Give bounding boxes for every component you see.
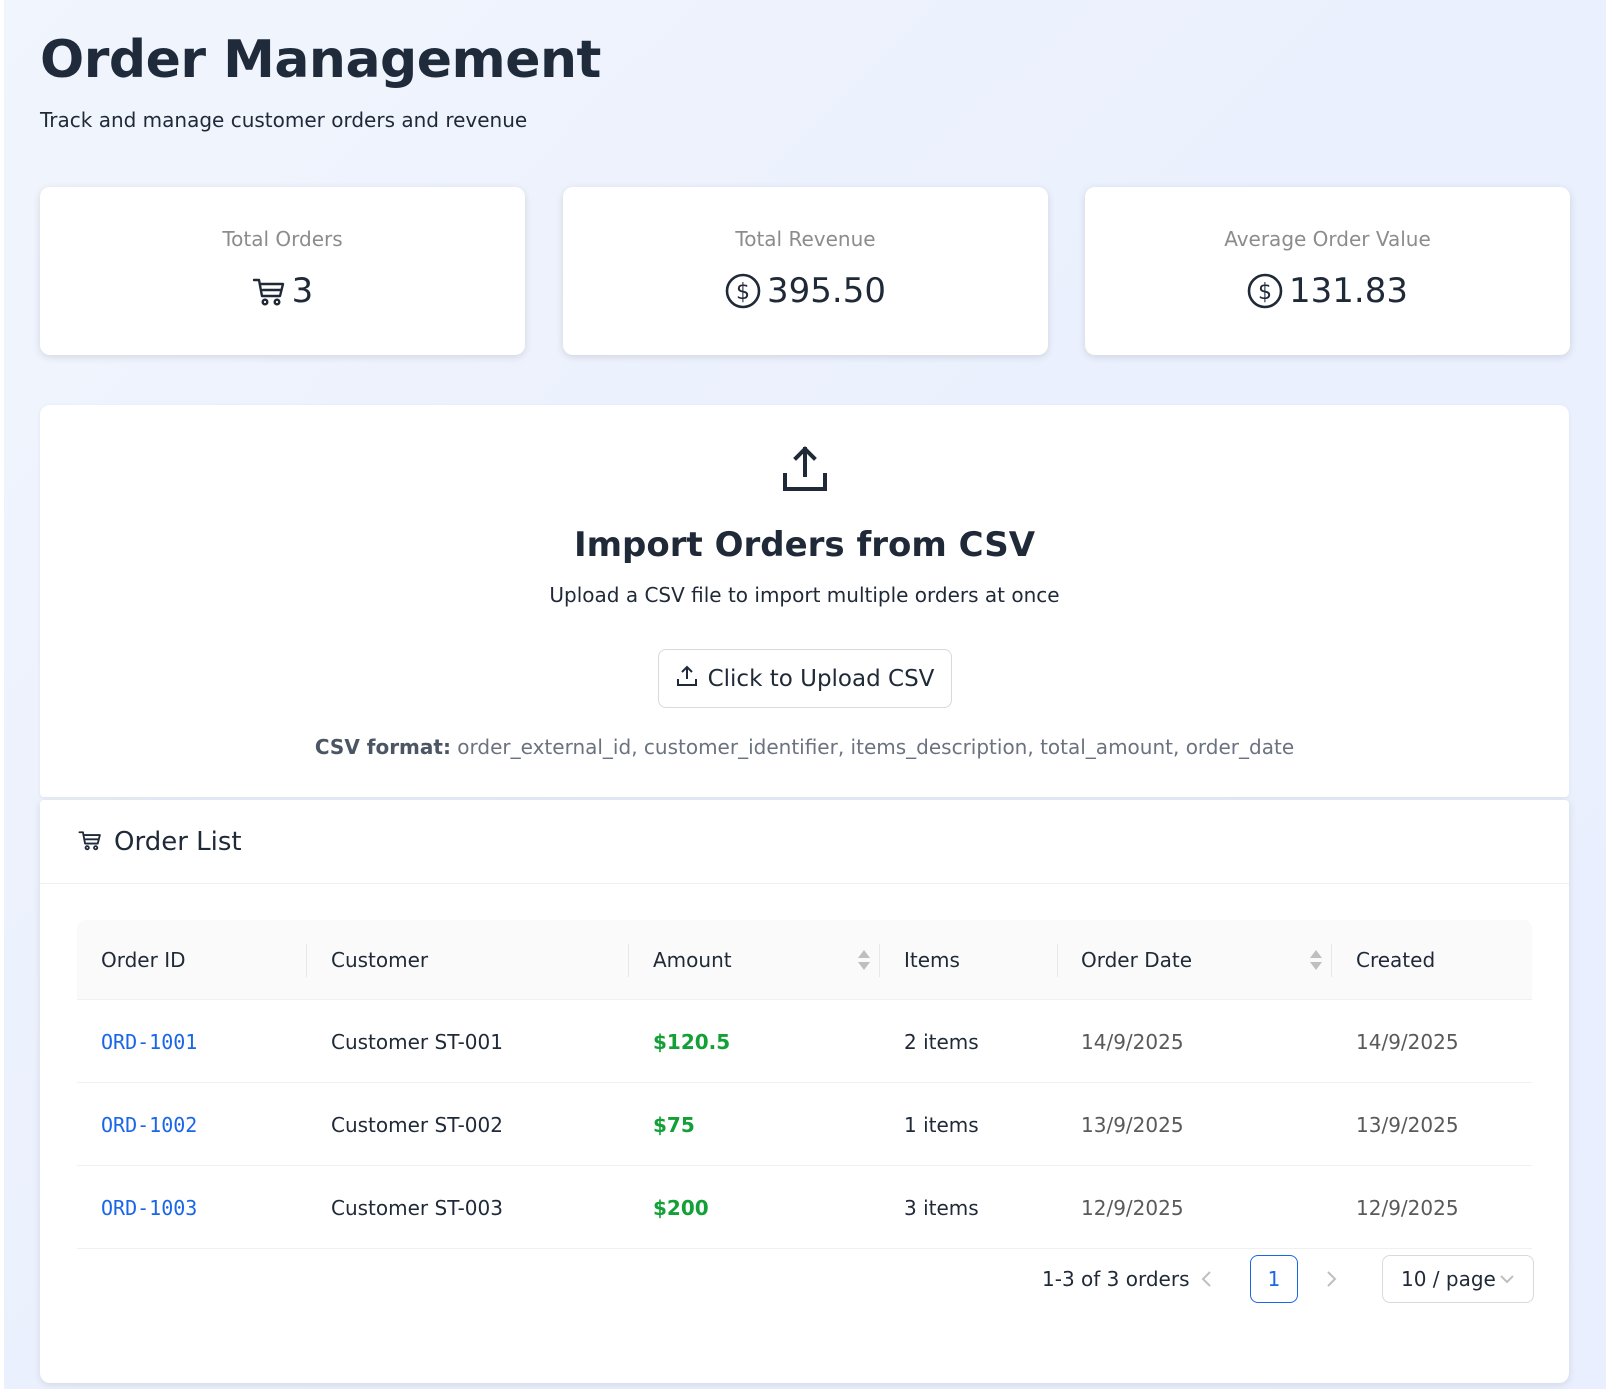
stat-value: 131.83 <box>1289 271 1408 311</box>
page-size-select[interactable]: 10 / page <box>1382 1255 1534 1303</box>
order-list-header: Order List <box>40 800 1569 884</box>
csv-format-label: CSV format: <box>314 735 451 759</box>
upload-button-label: Click to Upload CSV <box>707 665 935 692</box>
table-row[interactable]: ORD-1001 Customer ST-001 $120.5 2 items … <box>77 1000 1532 1083</box>
customer-cell: Customer ST-001 <box>331 1029 503 1054</box>
sort-icon[interactable] <box>1309 948 1323 976</box>
column-header-amount[interactable]: Amount <box>653 920 879 1000</box>
stat-card-average-order-value: Average Order Value $ 131.83 <box>1085 187 1570 355</box>
svg-text:$: $ <box>736 280 750 305</box>
customer-cell: Customer ST-002 <box>331 1112 503 1137</box>
order-id-link[interactable]: ORD-1001 <box>101 1000 197 1083</box>
pagination-total: 1-3 of 3 orders <box>1042 1267 1190 1291</box>
table-header: Order ID Customer Amount Items Order Dat… <box>77 920 1532 1000</box>
csv-upload-card: Import Orders from CSV Upload a CSV file… <box>40 405 1569 797</box>
table-row[interactable]: ORD-1002 Customer ST-002 $75 1 items 13/… <box>77 1083 1532 1166</box>
amount-cell: $200 <box>653 1195 709 1220</box>
stat-title: Total Revenue <box>735 227 876 251</box>
orders-table: Order ID Customer Amount Items Order Dat… <box>77 920 1532 1249</box>
order-id-link[interactable]: ORD-1003 <box>101 1166 197 1249</box>
upload-icon <box>781 445 829 497</box>
stat-value: 3 <box>291 271 314 311</box>
csv-format-hint: CSV format: order_external_id, customer_… <box>40 735 1569 759</box>
amount-cell: $75 <box>653 1112 695 1137</box>
order-date-cell: 12/9/2025 <box>1081 1195 1184 1220</box>
stat-title: Average Order Value <box>1224 227 1431 251</box>
page-size-value: 10 / page <box>1401 1267 1496 1291</box>
column-header-items: Items <box>904 948 960 972</box>
stat-value-row: 3 <box>40 271 525 311</box>
created-cell: 14/9/2025 <box>1356 1029 1459 1054</box>
shopping-cart-icon <box>78 828 102 856</box>
chevron-left-icon[interactable] <box>1200 1267 1214 1295</box>
dollar-circle-icon: $ <box>725 273 761 309</box>
upload-title: Import Orders from CSV <box>573 525 1036 565</box>
column-separator <box>306 944 307 977</box>
column-header-order-date[interactable]: Order Date <box>1081 920 1192 1000</box>
left-strip <box>0 0 4 1389</box>
created-cell: 13/9/2025 <box>1356 1112 1459 1137</box>
svg-text:$: $ <box>1258 280 1272 305</box>
chevron-right-icon[interactable] <box>1324 1267 1338 1295</box>
created-cell: 12/9/2025 <box>1356 1195 1459 1220</box>
amount-cell: $120.5 <box>653 1029 731 1054</box>
stat-card-total-orders: Total Orders 3 <box>40 187 525 355</box>
column-header-amount-label: Amount <box>653 948 732 972</box>
stat-value-row: $ 395.50 <box>563 271 1048 311</box>
column-header-order-id: Order ID <box>101 948 186 972</box>
table-row[interactable]: ORD-1003 Customer ST-003 $200 3 items 12… <box>77 1166 1532 1249</box>
order-id-link[interactable]: ORD-1002 <box>101 1083 197 1166</box>
csv-format-value: order_external_id, customer_identifier, … <box>450 735 1295 759</box>
order-date-cell: 13/9/2025 <box>1081 1112 1184 1137</box>
pagination: 1-3 of 3 orders 1 10 / page <box>0 1255 1606 1305</box>
chevron-down-icon <box>1500 1275 1514 1284</box>
stat-value-row: $ 131.83 <box>1085 271 1570 311</box>
column-header-order-date-label: Order Date <box>1081 948 1192 972</box>
stat-title: Total Orders <box>222 227 343 251</box>
column-header-customer: Customer <box>331 948 429 972</box>
column-separator <box>628 944 629 977</box>
items-cell: 1 items <box>904 1112 979 1137</box>
stat-card-total-revenue: Total Revenue $ 395.50 <box>563 187 1048 355</box>
upload-icon <box>676 665 698 693</box>
upload-csv-button[interactable]: Click to Upload CSV <box>658 649 952 708</box>
page-number-button[interactable]: 1 <box>1250 1255 1298 1303</box>
items-cell: 3 items <box>904 1195 979 1220</box>
order-list-title: Order List <box>114 826 242 857</box>
column-separator <box>1057 944 1058 977</box>
column-separator <box>1331 944 1332 977</box>
dollar-circle-icon: $ <box>1247 273 1283 309</box>
page-title: Order Management <box>40 30 601 90</box>
sort-icon[interactable] <box>857 948 871 976</box>
column-header-created: Created <box>1356 948 1436 972</box>
order-date-cell: 14/9/2025 <box>1081 1029 1184 1054</box>
items-cell: 2 items <box>904 1029 979 1054</box>
column-separator <box>879 944 880 977</box>
shopping-cart-icon <box>252 274 286 308</box>
customer-cell: Customer ST-003 <box>331 1195 503 1220</box>
stat-value: 395.50 <box>767 271 886 311</box>
upload-description: Upload a CSV file to import multiple ord… <box>549 583 1060 607</box>
page-subtitle: Track and manage customer orders and rev… <box>40 108 528 132</box>
